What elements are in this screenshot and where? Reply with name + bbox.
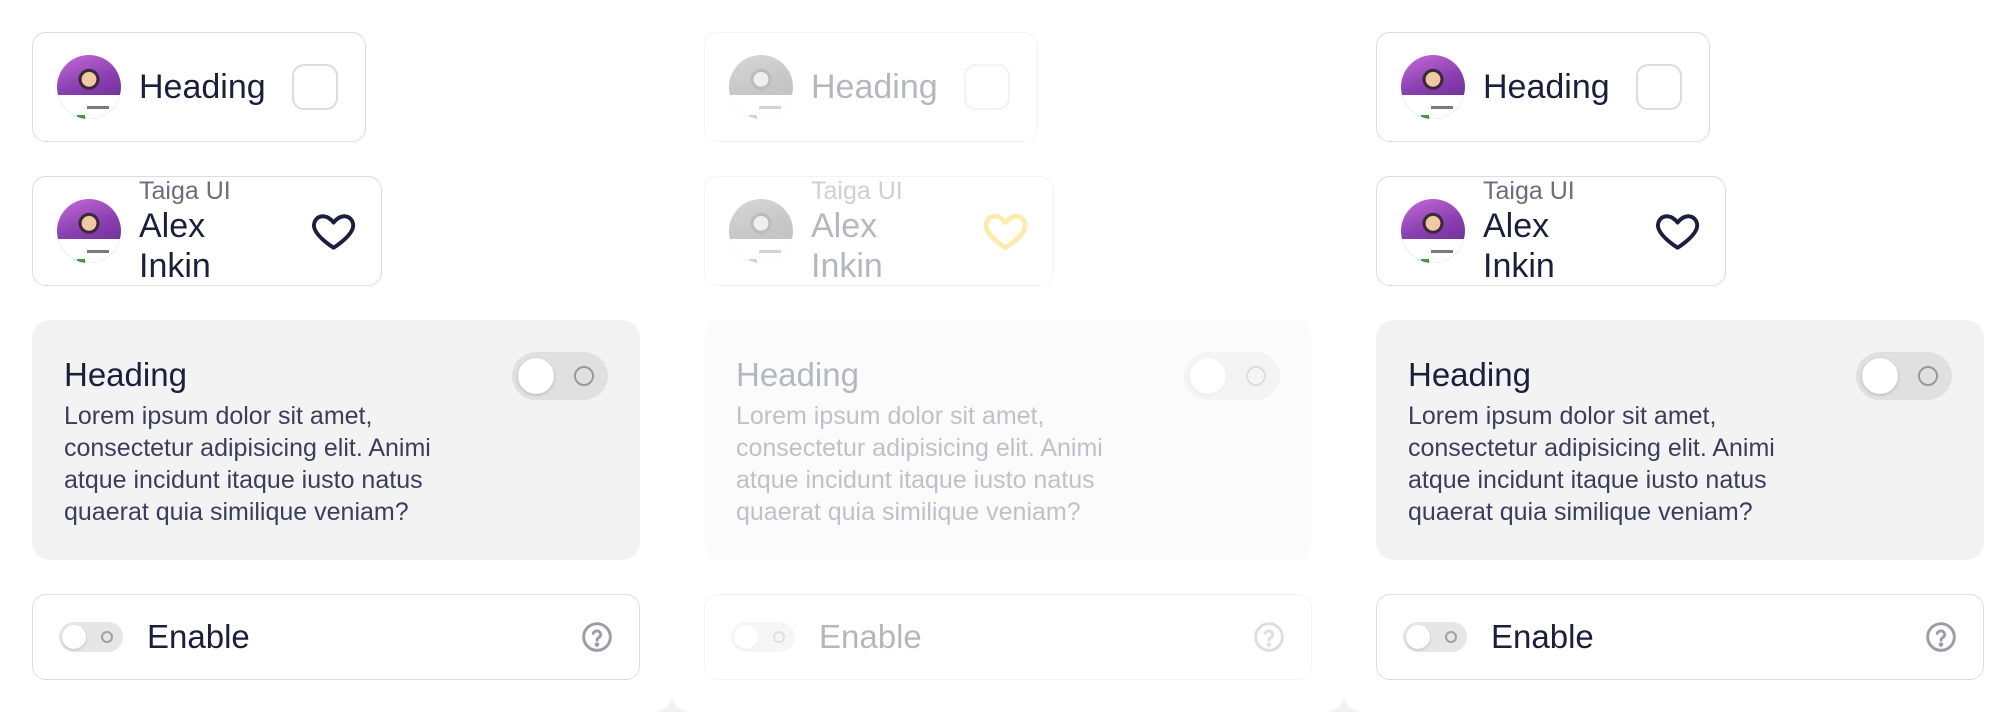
avatar xyxy=(1401,55,1465,119)
panel-disabled-middle: Heading Taiga UI Alex Inkin Heading Lore… xyxy=(672,0,1344,712)
heart-icon[interactable] xyxy=(1654,207,1701,255)
user-name: Alex Inkin xyxy=(139,207,211,285)
question-circle-icon[interactable] xyxy=(1925,621,1957,653)
user-info: Taiga UI Alex Inkin xyxy=(1483,176,1628,286)
checkbox xyxy=(963,64,1010,110)
user-info: Taiga UI Alex Inkin xyxy=(139,176,284,286)
panel-default-right: Heading Taiga UI Alex Inkin Heading Lore… xyxy=(1344,0,2016,712)
avatar xyxy=(57,199,121,263)
enable-toggle[interactable] xyxy=(59,622,123,652)
user-name: Alex Inkin xyxy=(811,207,883,285)
enable-toggle[interactable] xyxy=(1403,622,1467,652)
heart-icon[interactable] xyxy=(310,207,357,255)
demo-panels: Heading Taiga UI Alex Inkin Heading Lore… xyxy=(0,0,2016,712)
cell-user-like[interactable]: Taiga UI Alex Inkin xyxy=(1376,176,1726,286)
enable-toggle xyxy=(731,622,795,652)
user-subtitle: Taiga UI xyxy=(139,177,231,205)
enable-row[interactable]: Enable xyxy=(32,594,640,680)
cell-heading: Heading xyxy=(139,67,266,106)
user-info: Taiga UI Alex Inkin xyxy=(811,176,956,286)
cell-heading-checkbox[interactable]: Heading xyxy=(32,32,366,142)
checkbox[interactable] xyxy=(1635,64,1682,110)
enable-label: Enable xyxy=(147,618,250,655)
cell-heading: Heading xyxy=(811,67,938,106)
cell-user-like: Taiga UI Alex Inkin xyxy=(704,176,1054,286)
question-circle-icon xyxy=(1254,622,1284,652)
panel-default-left: Heading Taiga UI Alex Inkin Heading Lore… xyxy=(0,0,672,712)
card-description: Lorem ipsum dolor sit amet, consectetur … xyxy=(1408,402,1775,526)
avatar xyxy=(729,55,793,119)
card-description: Lorem ipsum dolor sit amet, consectetur … xyxy=(64,402,431,526)
cell-user-like[interactable]: Taiga UI Alex Inkin xyxy=(32,176,382,286)
avatar xyxy=(1401,199,1465,263)
avatar xyxy=(729,199,793,263)
enable-row[interactable]: Enable xyxy=(1376,594,1984,680)
question-circle-icon[interactable] xyxy=(581,621,613,653)
heart-icon xyxy=(983,213,1028,251)
card-toggle[interactable] xyxy=(1856,352,1952,400)
cell-heading-checkbox[interactable]: Heading xyxy=(1376,32,1710,142)
card-toggle xyxy=(1184,352,1280,400)
avatar xyxy=(57,55,121,119)
cell-heading-checkbox: Heading xyxy=(704,32,1038,142)
enable-row: Enable xyxy=(704,594,1312,680)
enable-label: Enable xyxy=(819,618,922,655)
toggle-card: Heading Lorem ipsum dolor sit amet, cons… xyxy=(704,320,1312,560)
user-subtitle: Taiga UI xyxy=(811,177,903,205)
toggle-card[interactable]: Heading Lorem ipsum dolor sit amet, cons… xyxy=(1376,320,1984,560)
checkbox[interactable] xyxy=(291,64,338,110)
cell-heading: Heading xyxy=(1483,67,1610,106)
card-toggle[interactable] xyxy=(512,352,608,400)
enable-label: Enable xyxy=(1491,618,1594,655)
toggle-card[interactable]: Heading Lorem ipsum dolor sit amet, cons… xyxy=(32,320,640,560)
user-name: Alex Inkin xyxy=(1483,207,1555,285)
card-description: Lorem ipsum dolor sit amet, consectetur … xyxy=(736,402,1103,526)
user-subtitle: Taiga UI xyxy=(1483,177,1575,205)
